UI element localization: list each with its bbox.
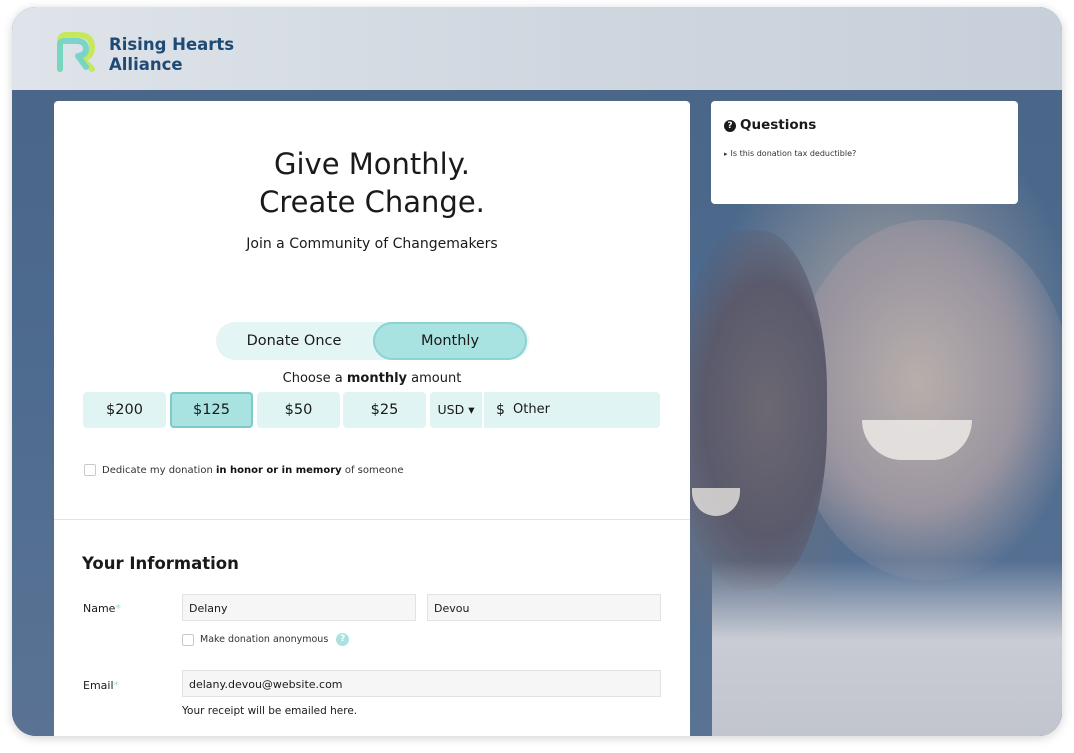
hero-title-line-1: Give Monthly. [274,147,470,181]
last-name-input[interactable]: Devou [427,594,661,621]
rising-hearts-logo-icon[interactable] [56,31,96,73]
photo-face-right [792,220,1062,580]
currency-value: USD [437,402,465,417]
brand-line-2: Alliance [109,55,183,74]
dedicate-suffix: of someone [344,465,404,476]
section-divider [54,519,690,520]
questions-card: ? Questions ▸ Is this donation tax deducti… [711,101,1018,204]
hero-title: Give Monthly. Create Change. [54,145,690,221]
brand-line-1: Rising Hearts [109,35,235,54]
email-label-text: Email [83,679,114,692]
required-mark: * [115,602,121,615]
monthly-option[interactable]: Monthly [373,322,527,360]
anonymous-label: Make donation anonymous [200,634,329,645]
question-circle-icon: ? [724,120,736,132]
anonymous-checkbox[interactable] [182,633,194,646]
questions-title-text: Questions [740,117,817,133]
amount-button-125[interactable]: $125 [170,392,253,428]
email-required-mark: * [113,679,120,692]
hero-title-line-2: Create Change. [259,185,485,219]
amount-prompt-prefix: Choose a [282,371,343,386]
questions-title: ? Questions [724,117,816,133]
frequency-toggle: Donate Once Monthly [216,322,529,360]
dollar-sign: $ [496,402,505,418]
donate-once-option[interactable]: Donate Once [216,322,372,360]
photo-shirt [712,560,1062,736]
amount-button-25[interactable]: $25 [343,392,426,428]
anonymous-option[interactable]: Make donation anonymous? [182,633,350,646]
email-hint: Your receipt will be emailed here. [182,705,358,717]
currency-select[interactable]: USD ▾ [430,392,482,428]
amount-prompt-suffix: amount [411,371,462,386]
brand-name[interactable]: Rising Hearts Alliance [109,35,234,75]
first-name-input[interactable]: Delany [182,594,416,621]
amount-button-50[interactable]: $50 [257,392,340,428]
photo-face-left [677,230,827,590]
name-label-text: Name [83,602,116,615]
other-amount-placeholder: Other [513,402,550,417]
browser-window: Rising Hearts Alliance Give Monthly. Cre… [12,7,1062,736]
help-icon[interactable]: ? [336,633,350,646]
your-information-heading: Your Information [82,554,239,573]
amount-prompt: Choose a monthly amount [54,371,690,386]
donation-form-card: Give Monthly. Create Change. Join a Comm… [54,101,690,736]
site-header: Rising Hearts Alliance [12,7,1062,90]
amount-button-200[interactable]: $200 [83,392,166,428]
dedicate-checkbox[interactable] [84,464,96,476]
caret-right-icon: ▸ [724,150,728,158]
dedicate-bold: in honor or in memory [215,465,342,476]
faq-item-text: Is this donation tax deductible? [730,149,857,158]
email-input[interactable]: delany.devou@website.com [182,670,661,697]
chevron-down-icon: ▾ [468,402,475,417]
dedicate-option[interactable]: Dedicate my donation in honor or in memo… [84,464,404,476]
other-amount-input[interactable]: $ Other [484,392,660,428]
email-label: Email* [83,679,119,692]
name-label: Name* [83,602,121,615]
hero-subtitle: Join a Community of Changemakers [246,236,498,252]
amount-prompt-bold: monthly [346,371,408,386]
dedicate-prefix: Dedicate my donation [102,465,213,476]
faq-item[interactable]: ▸ Is this donation tax deductible? [724,149,856,158]
